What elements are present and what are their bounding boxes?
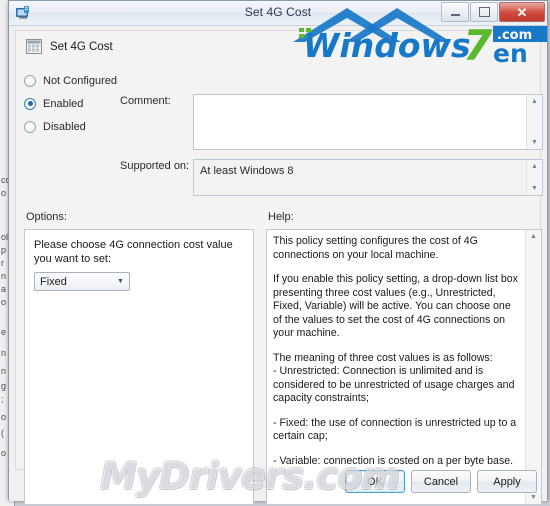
ok-button[interactable]: OK [345, 470, 405, 493]
window-controls: ✕ [440, 2, 545, 22]
cost-value-selected: Fixed [40, 275, 67, 288]
dialog-body: Set 4G Cost Not Configured Enabled Disab… [9, 26, 547, 505]
chevron-down-icon: ▼ [117, 278, 124, 285]
radio-disabled[interactable]: Disabled [24, 115, 144, 138]
radio-disabled-indicator [24, 120, 36, 133]
supported-on-value: At least Windows 8 [200, 165, 294, 177]
close-icon: ✕ [516, 4, 528, 20]
policy-header: Set 4G Cost [26, 39, 113, 54]
comment-input[interactable]: ▲ ▼ [193, 94, 543, 150]
help-paragraph: If you enable this policy setting, a dro… [273, 273, 518, 339]
options-panel: Please choose 4G connection cost value y… [24, 229, 254, 505]
title-bar[interactable]: Set 4G Cost ✕ [9, 1, 547, 26]
radio-disabled-label: Disabled [43, 120, 86, 133]
supported-on-label: Supported on: [120, 160, 190, 172]
help-section-label: Help: [268, 211, 294, 223]
dialog-buttons: OK Cancel Apply [345, 470, 537, 493]
help-paragraph: The meaning of three cost values is as f… [273, 351, 493, 364]
cancel-button[interactable]: Cancel [411, 470, 471, 493]
cost-value-dropdown[interactable]: Fixed ▼ [34, 272, 130, 291]
radio-enabled-label: Enabled [43, 97, 84, 110]
apply-button[interactable]: Apply [477, 470, 537, 493]
maximize-button[interactable] [470, 2, 498, 22]
close-button[interactable]: ✕ [499, 2, 545, 22]
screen: co o ol p r n a o e n n g; o(o Set 4G Cost [0, 0, 550, 506]
set-4g-cost-dialog: Set 4G Cost ✕ Set 4G Cost Not Configured… [8, 0, 548, 505]
options-prompt: Please choose 4G connection cost value y… [34, 239, 233, 265]
help-paragraph: - Variable: connection is costed on a pe… [273, 454, 514, 467]
help-panel: This policy setting configures the cost … [266, 229, 542, 505]
policy-name: Set 4G Cost [50, 40, 113, 53]
comment-scrollbar[interactable]: ▲ ▼ [526, 95, 542, 149]
radio-enabled-indicator [24, 97, 36, 110]
help-paragraph: - Fixed: the use of connection is unrest… [273, 416, 517, 443]
help-paragraph: - Unrestricted: Connection is unlimited … [273, 365, 515, 404]
minimize-button[interactable] [441, 2, 469, 22]
radio-not-configured-label: Not Configured [43, 74, 117, 87]
settings-panel: Set 4G Cost Not Configured Enabled Disab… [15, 30, 543, 505]
minimize-icon [450, 13, 460, 16]
help-text: This policy setting configures the cost … [273, 235, 518, 479]
help-paragraph: This policy setting configures the cost … [273, 235, 478, 261]
options-section-label: Options: [26, 211, 67, 223]
help-scrollbar[interactable]: ▲ ▼ [525, 230, 541, 504]
radio-not-configured-indicator [24, 74, 36, 87]
supported-on-field: At least Windows 8 ▲ ▼ [193, 159, 543, 196]
scroll-down-icon[interactable]: ▼ [527, 136, 542, 149]
comment-label: Comment: [120, 95, 171, 107]
scroll-up-icon[interactable]: ▲ [527, 160, 542, 173]
scroll-up-icon[interactable]: ▲ [526, 230, 541, 243]
scroll-down-icon[interactable]: ▼ [527, 182, 542, 195]
supported-on-scrollbar[interactable]: ▲ ▼ [526, 160, 542, 195]
scroll-up-icon[interactable]: ▲ [527, 95, 542, 108]
policy-setting-icon [26, 39, 42, 54]
radio-not-configured[interactable]: Not Configured [24, 69, 144, 92]
maximize-icon [478, 7, 490, 17]
